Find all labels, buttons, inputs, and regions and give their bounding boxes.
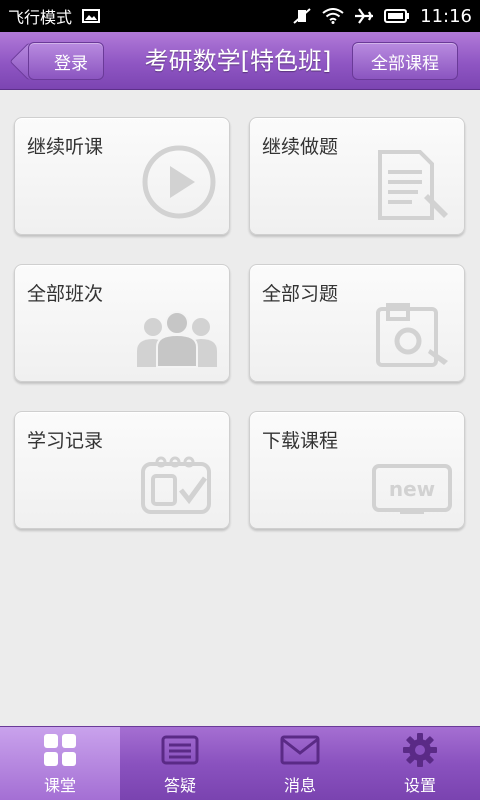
document-edit-icon [374, 148, 454, 226]
status-bar: 飞行模式 11:16 [0, 0, 480, 32]
calendar-check-icon [139, 454, 219, 520]
tab-label: 课堂 [43, 775, 76, 795]
tab-qa[interactable]: 答疑 [120, 727, 240, 800]
feature-grid: 继续听课 继续做题 全部班次 全部习题 学习记录 下载课程 new [0, 90, 480, 726]
list-icon [161, 732, 199, 768]
tile-all-exercises[interactable]: 全部习题 [249, 264, 465, 382]
tile-label: 全部班次 [27, 283, 104, 305]
header-bar: 登录 考研数学[特色班] 全部课程 [0, 32, 480, 90]
new-badge-text: new [389, 477, 435, 501]
login-back-button[interactable]: 登录 [28, 42, 104, 80]
tab-settings[interactable]: 设置 [360, 727, 480, 800]
page-title: 考研数学[特色班] [144, 47, 332, 75]
tile-label: 全部习题 [262, 283, 339, 305]
tile-continue-lecture[interactable]: 继续听课 [14, 117, 230, 235]
camera-note-icon [374, 303, 454, 373]
envelope-icon [280, 732, 320, 768]
vibrate-muted-icon [292, 7, 312, 25]
clock: 11:16 [420, 5, 472, 27]
tab-messages[interactable]: 消息 [240, 727, 360, 800]
tile-continue-exercise[interactable]: 继续做题 [249, 117, 465, 235]
tab-label: 消息 [283, 775, 316, 795]
play-icon [139, 142, 219, 226]
battery-icon [384, 9, 410, 23]
new-monitor-icon: new [370, 460, 454, 520]
gear-icon [402, 732, 438, 768]
tab-classroom[interactable]: 课堂 [0, 727, 120, 800]
tile-label: 继续听课 [27, 136, 104, 158]
tile-label: 继续做题 [262, 136, 339, 158]
tile-label: 下载课程 [262, 430, 339, 452]
tile-all-classes[interactable]: 全部班次 [14, 264, 230, 382]
tab-label: 答疑 [163, 775, 196, 795]
tab-label: 设置 [403, 775, 436, 795]
people-group-icon [135, 309, 219, 373]
tile-label: 学习记录 [27, 430, 104, 452]
grid-icon [43, 732, 77, 768]
all-courses-button[interactable]: 全部课程 [352, 42, 458, 80]
wifi-icon [322, 8, 344, 24]
bottom-nav: 课堂 答疑 消息 设置 [0, 726, 480, 800]
tile-download-courses[interactable]: 下载课程 new [249, 411, 465, 529]
airplane-mode-label: 飞行模式 [8, 8, 73, 27]
tile-study-records[interactable]: 学习记录 [14, 411, 230, 529]
airplane-icon [354, 7, 374, 25]
image-notification-icon [82, 9, 101, 23]
